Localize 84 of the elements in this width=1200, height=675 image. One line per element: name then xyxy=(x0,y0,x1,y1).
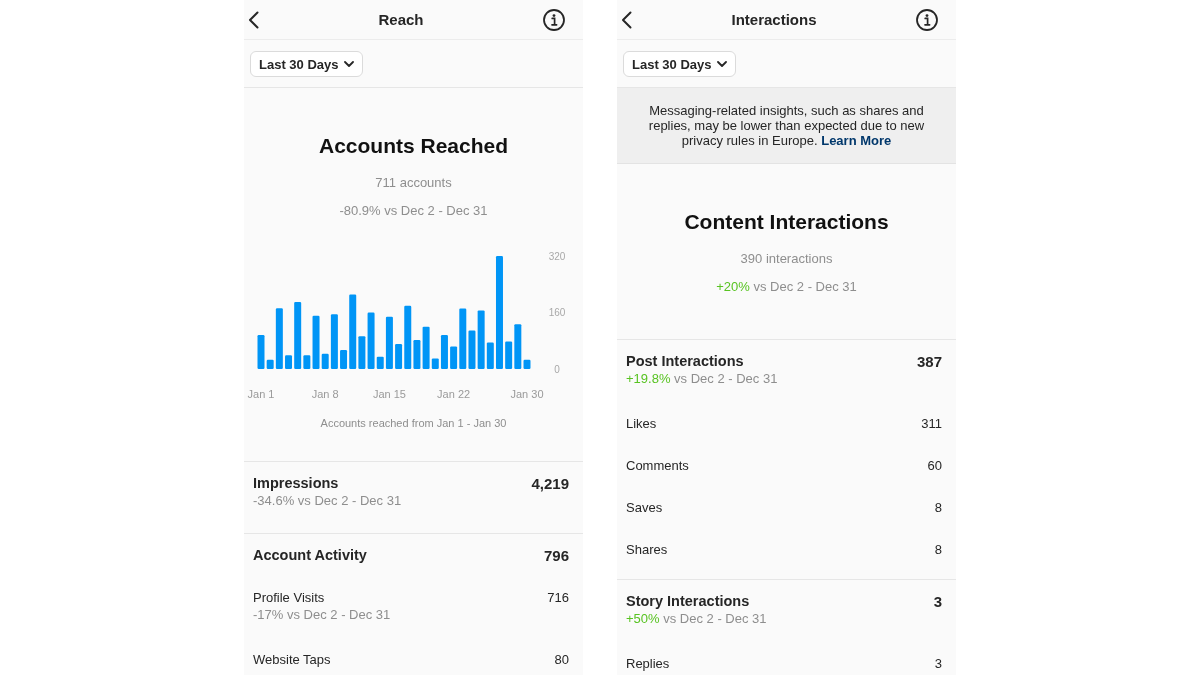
bar xyxy=(340,349,348,369)
bar xyxy=(431,358,439,369)
metric-label: Impressions xyxy=(253,475,340,492)
metric-value: 4,219 xyxy=(531,475,569,492)
bar xyxy=(468,330,476,369)
bar xyxy=(404,305,412,369)
metric-label: Saves xyxy=(626,499,663,516)
bar xyxy=(275,308,283,369)
bar xyxy=(459,308,467,369)
info-icon xyxy=(916,8,938,31)
metric-value: 387 xyxy=(916,353,942,370)
caret-icon xyxy=(343,61,354,67)
bar xyxy=(477,310,485,369)
x-tick-label: Jan 30 xyxy=(510,388,544,400)
change-text: -17% vs Dec 2 - Dec 31 xyxy=(253,606,391,623)
bar xyxy=(450,346,458,369)
change-text: +19.8% vs Dec 2 - Dec 31 xyxy=(626,370,778,387)
bar xyxy=(385,316,393,369)
y-tick-label: 0 xyxy=(554,363,561,375)
bar xyxy=(330,314,338,369)
metric-value: 311 xyxy=(921,415,942,432)
change-text: +50% vs Dec 2 - Dec 31 xyxy=(626,610,767,627)
change-text: -34.6% vs Dec 2 - Dec 31 xyxy=(253,492,402,509)
metric-value: 8 xyxy=(934,499,942,516)
metric-label: Profile Visits xyxy=(253,589,326,606)
bar xyxy=(349,294,357,369)
change-text: -80.9% vs Dec 2 - Dec 31 xyxy=(339,202,488,219)
metric-label: Likes xyxy=(626,415,657,432)
metric-value: 60 xyxy=(927,457,942,474)
metric-value: 80 xyxy=(554,651,569,668)
metric-label: Post Interactions xyxy=(626,353,745,370)
bar xyxy=(395,343,403,369)
bar xyxy=(486,342,494,369)
metric-value: 716 xyxy=(547,589,569,606)
y-tick-label: 160 xyxy=(548,307,566,318)
learn-more-link[interactable]: Learn More xyxy=(821,133,892,148)
metric-label: Account Activity xyxy=(253,547,367,564)
metric-value: 3 xyxy=(934,655,942,672)
bar xyxy=(440,335,448,369)
metric-label: Shares xyxy=(626,541,668,558)
summary-count: 390 interactions xyxy=(740,250,833,267)
bar xyxy=(266,359,274,369)
chart-caption: Accounts reached from Jan 1 - Jan 30 xyxy=(320,417,507,430)
screen-title: Interactions xyxy=(730,10,818,29)
bar xyxy=(257,335,265,369)
bar xyxy=(505,341,513,369)
x-tick-label: Jan 8 xyxy=(311,388,339,400)
summary-title: Content Interactions xyxy=(684,209,889,235)
summary-count: 711 accounts xyxy=(375,174,452,191)
bar xyxy=(312,315,320,369)
screen-title: Reach xyxy=(377,10,425,29)
date-range-dropdown[interactable]: Last 30 Days xyxy=(250,51,363,77)
metric-label: Website Taps xyxy=(253,651,331,668)
bar xyxy=(358,336,366,369)
bar xyxy=(413,340,421,369)
metric-label: Comments xyxy=(626,457,689,474)
bar xyxy=(285,355,293,369)
bar xyxy=(495,256,503,369)
bar xyxy=(303,355,311,369)
x-tick-label: Jan 22 xyxy=(437,388,471,400)
bar xyxy=(422,326,430,369)
caret-icon xyxy=(716,61,727,67)
summary-title: Accounts Reached xyxy=(318,133,509,159)
bar xyxy=(294,301,302,369)
bar xyxy=(376,356,384,369)
date-range-dropdown[interactable]: Last 30 Days xyxy=(623,51,736,77)
notice-text: Messaging-related insights, such as shares and replies, may be lower than expected due to new privacy rules in Europe. Learn More xyxy=(647,103,926,148)
metric-label: Story Interactions xyxy=(626,593,751,610)
metric-label: Replies xyxy=(626,655,670,672)
back-icon xyxy=(248,10,259,29)
metric-value: 796 xyxy=(543,547,569,564)
bar-chart: 0 160 320 Jan 1 Jan 8 Jan 15 Jan 22 Jan 30 xyxy=(244,249,583,399)
change-text: +20% vs Dec 2 - Dec 31 xyxy=(716,278,857,295)
bar xyxy=(367,312,375,369)
metric-value: 8 xyxy=(934,541,942,558)
back-icon xyxy=(621,10,632,29)
x-tick-label: Jan 1 xyxy=(247,388,275,400)
bar xyxy=(514,324,522,369)
y-tick-label: 320 xyxy=(548,250,566,262)
bar xyxy=(523,359,531,369)
bar xyxy=(321,353,329,369)
metric-value: 3 xyxy=(933,593,942,610)
x-tick-label: Jan 15 xyxy=(372,388,406,400)
info-icon xyxy=(543,8,565,31)
